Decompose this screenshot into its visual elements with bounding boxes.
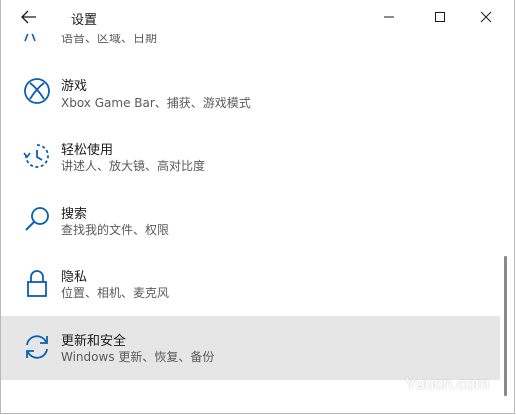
list-item-ease-of-access[interactable]: 轻松使用 讲述人、放大镜、高对比度 <box>1 124 500 188</box>
lock-icon <box>21 268 53 300</box>
close-button[interactable] <box>463 2 509 32</box>
close-icon <box>480 11 492 23</box>
list-item-privacy[interactable]: 隐私 位置、相机、麦克风 <box>1 252 500 316</box>
scroll-thumb[interactable] <box>504 256 507 396</box>
title-bar: 设置 <box>1 0 514 34</box>
list-item-desc: 位置、相机、麦克风 <box>61 286 170 300</box>
arrow-left-icon <box>21 10 36 24</box>
minimize-icon <box>384 16 394 18</box>
list-item-label: 搜索 <box>61 207 88 222</box>
list-item-desc: Windows 更新、恢复、备份 <box>61 350 215 364</box>
search-icon <box>21 204 53 236</box>
sync-icon <box>21 331 53 363</box>
list-item-label: 更新和安全 <box>61 334 127 349</box>
list-item-gaming[interactable]: 游戏 Xbox Game Bar、捕获、游戏模式 <box>1 60 500 124</box>
xbox-icon <box>21 75 53 107</box>
scrollbar[interactable] <box>501 34 514 413</box>
maximize-icon <box>435 12 445 22</box>
list-item-update-security[interactable]: 更新和安全 Windows 更新、恢复、备份 <box>1 316 500 380</box>
back-button[interactable] <box>15 5 43 29</box>
ease-of-access-icon <box>21 140 53 172</box>
minimize-button[interactable] <box>366 2 412 32</box>
list-item-search[interactable]: 搜索 查找我的文件、权限 <box>1 188 500 252</box>
window-title: 设置 <box>71 13 98 28</box>
list-item-desc: 查找我的文件、权限 <box>61 223 170 237</box>
list-item-desc: 讲述人、放大镜、高对比度 <box>61 159 206 173</box>
watermark-text: Yuucn.com <box>405 374 490 393</box>
list-item-label: 轻松使用 <box>61 143 114 158</box>
maximize-button[interactable] <box>417 2 463 32</box>
list-item-desc: Xbox Game Bar、捕获、游戏模式 <box>61 96 251 110</box>
list-item-label: 游戏 <box>61 79 88 94</box>
list-item-label: 隐私 <box>61 270 88 285</box>
settings-window: 设置 语音、区域、日期 游戏 Xbox Game Bar、捕获、游戏模式 轻松使… <box>0 0 515 414</box>
